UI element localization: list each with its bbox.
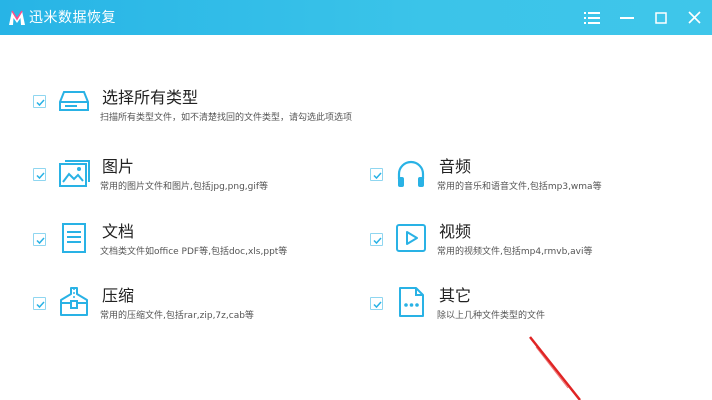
menu-button[interactable]	[575, 0, 609, 35]
document-title: 文档	[102, 222, 135, 241]
minimize-button[interactable]	[610, 0, 644, 35]
archive-description: 常用的压缩文件,包括rar,zip,7z,cab等	[100, 311, 254, 321]
check-icon	[36, 237, 45, 245]
video-description: 常用的视频文件,包括mp4,rmvb,avi等	[437, 247, 593, 257]
check-icon	[373, 301, 382, 309]
annotation-arrow	[529, 336, 581, 400]
app-logo-icon	[9, 10, 25, 25]
image-description: 常用的图片文件和图片,包括jpg,png,gif等	[100, 182, 269, 192]
document-icon	[62, 223, 86, 253]
check-icon	[373, 172, 382, 180]
audio-checkbox[interactable]	[370, 168, 383, 181]
video-title: 视频	[439, 222, 472, 241]
archive-title: 压缩	[102, 286, 135, 305]
audio-description: 常用的音乐和语音文件,包括mp3,wma等	[437, 182, 602, 192]
select-all-description: 扫描所有类型文件，如不清楚找回的文件类型，请勾选此项选项	[100, 113, 353, 123]
check-icon	[36, 172, 45, 180]
other-description: 除以上几种文件类型的文件	[437, 311, 546, 321]
select-all-title: 选择所有类型	[102, 88, 199, 107]
video-icon	[396, 224, 426, 252]
check-icon	[373, 237, 382, 245]
headphones-icon	[397, 160, 425, 187]
maximize-button[interactable]	[644, 0, 678, 35]
other-checkbox[interactable]	[370, 297, 383, 310]
document-description: 文档类文件如office PDF等,包括doc,xls,ppt等	[100, 247, 288, 257]
close-button[interactable]	[677, 0, 711, 35]
check-icon	[36, 301, 45, 309]
audio-title: 音频	[439, 157, 472, 176]
app-title: 迅米数据恢复	[29, 10, 116, 26]
document-checkbox[interactable]	[33, 233, 46, 246]
menu-icon	[584, 11, 600, 24]
other-icon	[399, 287, 424, 317]
video-checkbox[interactable]	[370, 233, 383, 246]
select-all-checkbox[interactable]	[33, 95, 46, 108]
maximize-icon	[655, 11, 667, 24]
archive-checkbox[interactable]	[33, 297, 46, 310]
title-bar: 迅米数据恢复	[0, 0, 712, 35]
image-checkbox[interactable]	[33, 168, 46, 181]
archive-icon	[60, 287, 88, 316]
other-title: 其它	[439, 286, 472, 305]
image-title: 图片	[102, 157, 135, 176]
minimize-icon	[620, 16, 634, 19]
check-icon	[36, 99, 45, 107]
image-icon	[59, 160, 90, 187]
drive-icon	[59, 91, 89, 111]
close-icon	[687, 11, 701, 24]
